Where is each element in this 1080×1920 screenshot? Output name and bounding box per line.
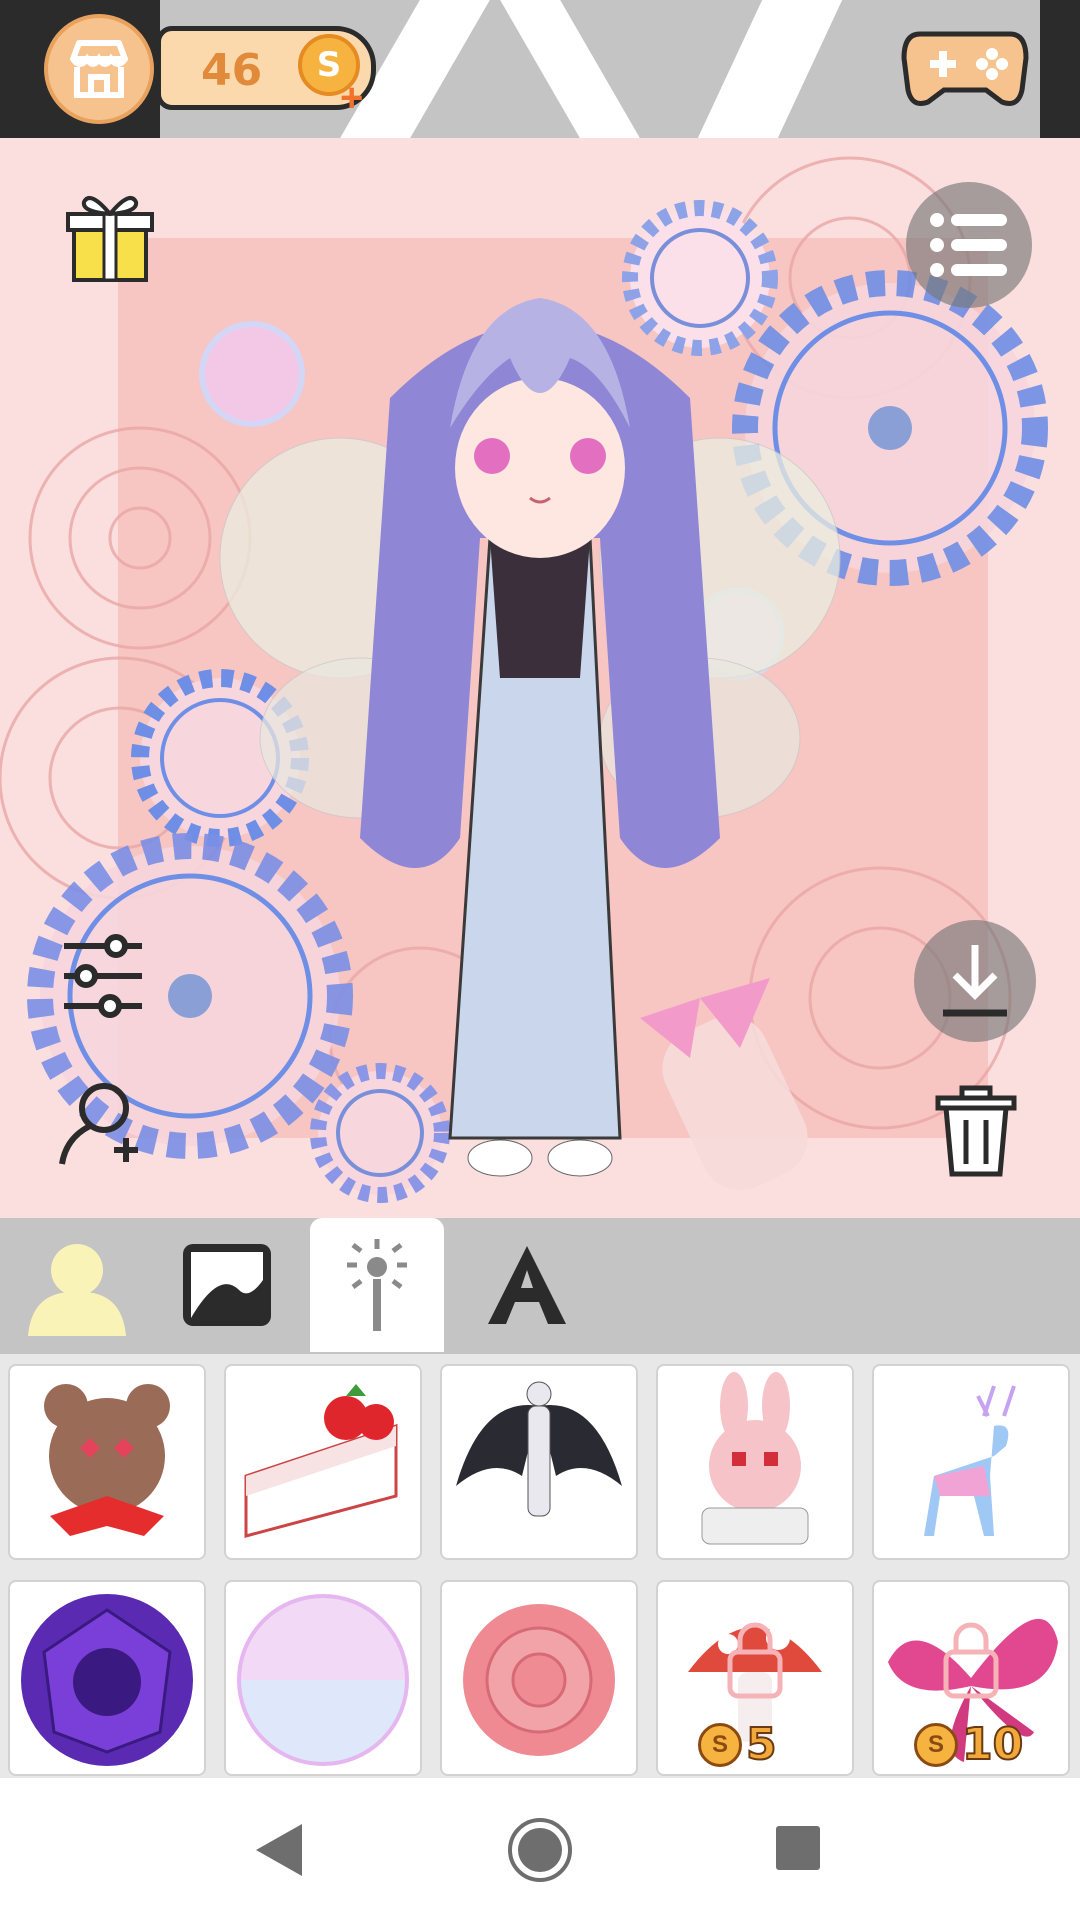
item-butterfly[interactable]: S 10 [872, 1580, 1070, 1776]
dressup-canvas[interactable] [0, 138, 1080, 1218]
shop-icon [70, 40, 128, 98]
back-button[interactable] [252, 1822, 304, 1883]
download-icon [943, 945, 1007, 1017]
add-character-button[interactable] [56, 1078, 146, 1173]
add-person-icon [59, 1083, 138, 1165]
delete-button[interactable] [934, 1084, 1018, 1183]
coin-icon: S [698, 1722, 742, 1767]
cake-icon [244, 1384, 398, 1538]
recents-button[interactable] [774, 1824, 822, 1877]
bear-icon [44, 1384, 170, 1536]
category-tabs [0, 1218, 1080, 1354]
item-purple-gem[interactable] [8, 1580, 206, 1776]
price-value: 5 [745, 1718, 778, 1771]
item-galaxy-deer[interactable] [872, 1364, 1070, 1560]
games-button[interactable] [900, 28, 1030, 110]
decor-stripe [500, 0, 640, 138]
decor-stripe [697, 0, 843, 138]
tab-text[interactable] [460, 1218, 594, 1352]
item-grid: S 5 S 10 [0, 1354, 1080, 1778]
gift-icon [66, 196, 154, 282]
adjust-button[interactable] [60, 932, 146, 1027]
gem-icon [21, 1594, 193, 1766]
item-pink-rabbit[interactable] [656, 1364, 854, 1560]
magic-wand-icon [347, 1239, 407, 1331]
android-nav-bar [0, 1778, 1080, 1920]
home-circle-icon [508, 1818, 572, 1882]
wings-icon [456, 1381, 622, 1517]
item-strawberry-cake[interactable] [224, 1364, 422, 1560]
shop-button[interactable] [44, 14, 154, 124]
list-menu-icon [930, 213, 1007, 277]
item-bubble-orb[interactable] [224, 1580, 422, 1776]
item-price: S 10 [914, 1718, 1024, 1771]
coin-count: 46 [201, 45, 263, 96]
menu-button[interactable] [906, 182, 1032, 308]
coin-icon: S [914, 1722, 958, 1767]
item-dark-angel-wings[interactable] [440, 1364, 638, 1560]
letter-a-icon [488, 1246, 566, 1324]
price-value: 10 [961, 1718, 1024, 1771]
tab-character[interactable] [10, 1218, 144, 1352]
top-bar-dark-right [1040, 0, 1080, 138]
add-coins-button[interactable]: + [340, 78, 363, 118]
recents-square-icon [776, 1826, 820, 1870]
sliders-icon [64, 934, 142, 1018]
deer-icon [924, 1385, 1016, 1536]
image-icon [183, 1244, 271, 1326]
item-heart-eyes-bear[interactable] [8, 1364, 206, 1560]
person-icon [28, 1244, 126, 1336]
rabbit-icon [701, 1372, 809, 1545]
trash-icon [935, 1085, 1017, 1177]
home-button[interactable] [506, 1816, 574, 1889]
tab-effects[interactable] [310, 1218, 444, 1352]
tab-background[interactable] [160, 1218, 294, 1352]
rose-icon [463, 1604, 615, 1756]
item-price: S 5 [698, 1718, 778, 1771]
orb-icon [237, 1594, 409, 1766]
item-mushroom[interactable]: S 5 [656, 1580, 854, 1776]
download-button[interactable] [914, 920, 1036, 1042]
back-triangle-icon [256, 1824, 302, 1876]
canvas-scene [0, 156, 1048, 1203]
gamepad-icon [901, 31, 1029, 106]
gift-button[interactable] [60, 188, 160, 289]
item-pink-rose[interactable] [440, 1580, 638, 1776]
